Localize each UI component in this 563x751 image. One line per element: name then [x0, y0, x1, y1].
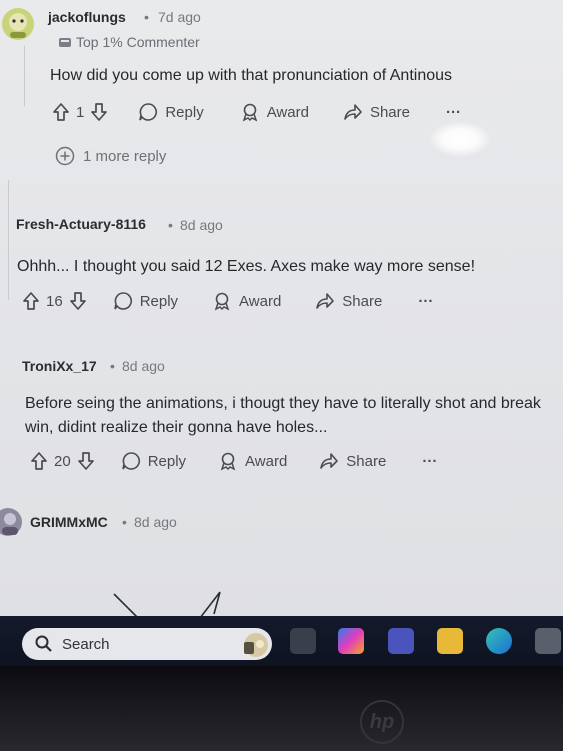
comment-body: How did you come up with that pronunciat… [50, 67, 453, 84]
comment-timestamp: 8d ago [134, 514, 177, 530]
comment-timestamp: 8d ago [122, 358, 165, 374]
comment-body-line-2: win, didint realize their gonna have hol… [25, 419, 328, 436]
award-label: Award [239, 292, 282, 310]
reply-label: Reply [147, 452, 187, 470]
comment-actions: 20 Reply Award Share ··· [30, 451, 437, 471]
downvote-icon[interactable] [69, 291, 87, 311]
vote-count: 1 [76, 103, 85, 121]
laptop-bezel: hp [0, 666, 563, 751]
more-replies-label: 1 more reply [83, 147, 167, 165]
award-icon [220, 452, 236, 471]
hp-logo: hp [360, 700, 404, 744]
avatar-icon [9, 13, 27, 38]
comment-body: Ohhh... I thought you said 12 Exes. Axes… [17, 258, 476, 275]
reply-label: Reply [165, 103, 204, 121]
separator-dot: • [144, 9, 149, 25]
downvote-icon[interactable] [77, 451, 95, 471]
file-explorer-icon[interactable] [290, 628, 316, 654]
share-button[interactable]: Share [319, 451, 386, 471]
vote-controls: 16 [22, 291, 87, 311]
comment-actions: 16 Reply Award Share ··· [22, 291, 433, 311]
user-avatar[interactable] [0, 508, 22, 536]
comment-username[interactable]: GRIMMxMC [30, 514, 108, 530]
comment-timestamp: 7d ago [158, 9, 201, 25]
more-replies-link[interactable]: 1 more reply [55, 146, 166, 166]
reply-label: Reply [139, 292, 179, 310]
flair-label: Top 1% Commenter [76, 34, 200, 50]
share-label: Share [342, 292, 383, 310]
award-button[interactable]: Award [240, 102, 309, 122]
more-options-button[interactable]: ··· [422, 453, 437, 470]
search-highlight-icon [244, 633, 268, 657]
comment-username[interactable]: jackoflungs [48, 9, 126, 25]
teams-icon[interactable] [388, 628, 414, 654]
upvote-icon[interactable] [52, 102, 70, 122]
comment-body-line-1: Before seing the animations, i thougt th… [25, 395, 541, 412]
vote-controls: 20 [30, 451, 95, 471]
commenter-badge-icon [59, 38, 71, 47]
thread-line [24, 46, 25, 106]
vote-count: 16 [46, 292, 63, 310]
reply-bubble-icon [121, 452, 140, 470]
comment-actions: 1 Reply Award Share ··· [52, 102, 461, 122]
folder-icon[interactable] [437, 628, 463, 654]
upvote-icon[interactable] [30, 451, 48, 471]
search-icon [35, 635, 52, 652]
separator-dot: • [110, 358, 115, 374]
more-options-button[interactable]: ··· [446, 104, 461, 121]
separator-dot: • [168, 217, 173, 233]
windows-taskbar: Search [0, 616, 563, 666]
taskbar-search-label: Search [62, 635, 110, 653]
avatar-icon [2, 513, 18, 535]
share-button[interactable]: Share [343, 102, 410, 122]
comment-username[interactable]: Fresh-Actuary-8116 [16, 216, 146, 232]
copilot-icon[interactable] [338, 628, 364, 654]
comment-username[interactable]: TroniXx_17 [22, 358, 97, 374]
store-icon[interactable] [535, 628, 561, 654]
downvote-icon[interactable] [90, 102, 108, 122]
reply-button[interactable]: Reply [138, 102, 204, 122]
award-button[interactable]: Award [212, 291, 281, 311]
plus-circle-icon [55, 146, 75, 166]
reply-button[interactable]: Reply [121, 451, 186, 471]
vote-controls: 1 [52, 102, 108, 122]
separator-dot: • [122, 514, 127, 530]
reddit-comments-screen: jackoflungs • 7d ago Top 1% Commenter Ho… [0, 0, 563, 620]
share-icon [320, 453, 339, 469]
upvote-icon[interactable] [22, 291, 40, 311]
award-button[interactable]: Award [218, 451, 287, 471]
award-label: Award [266, 103, 309, 121]
reply-bubble-icon [113, 292, 132, 310]
share-label: Share [369, 103, 410, 121]
share-icon [316, 293, 335, 309]
taskbar-search-box[interactable]: Search [22, 628, 272, 660]
share-icon [344, 104, 362, 120]
share-label: Share [346, 452, 387, 470]
vote-count: 20 [54, 452, 71, 470]
more-options-button[interactable]: ··· [418, 293, 433, 310]
edge-icon[interactable] [486, 628, 512, 654]
reply-button[interactable]: Reply [113, 291, 178, 311]
share-button[interactable]: Share [315, 291, 382, 311]
screen-glare [430, 122, 490, 156]
comment-timestamp: 8d ago [180, 217, 223, 233]
reply-bubble-icon [139, 103, 158, 121]
award-icon [214, 292, 230, 311]
user-flair: Top 1% Commenter [58, 34, 200, 50]
award-label: Award [245, 452, 288, 470]
user-avatar[interactable] [2, 8, 34, 40]
thread-line [8, 180, 9, 300]
award-icon [242, 103, 257, 122]
